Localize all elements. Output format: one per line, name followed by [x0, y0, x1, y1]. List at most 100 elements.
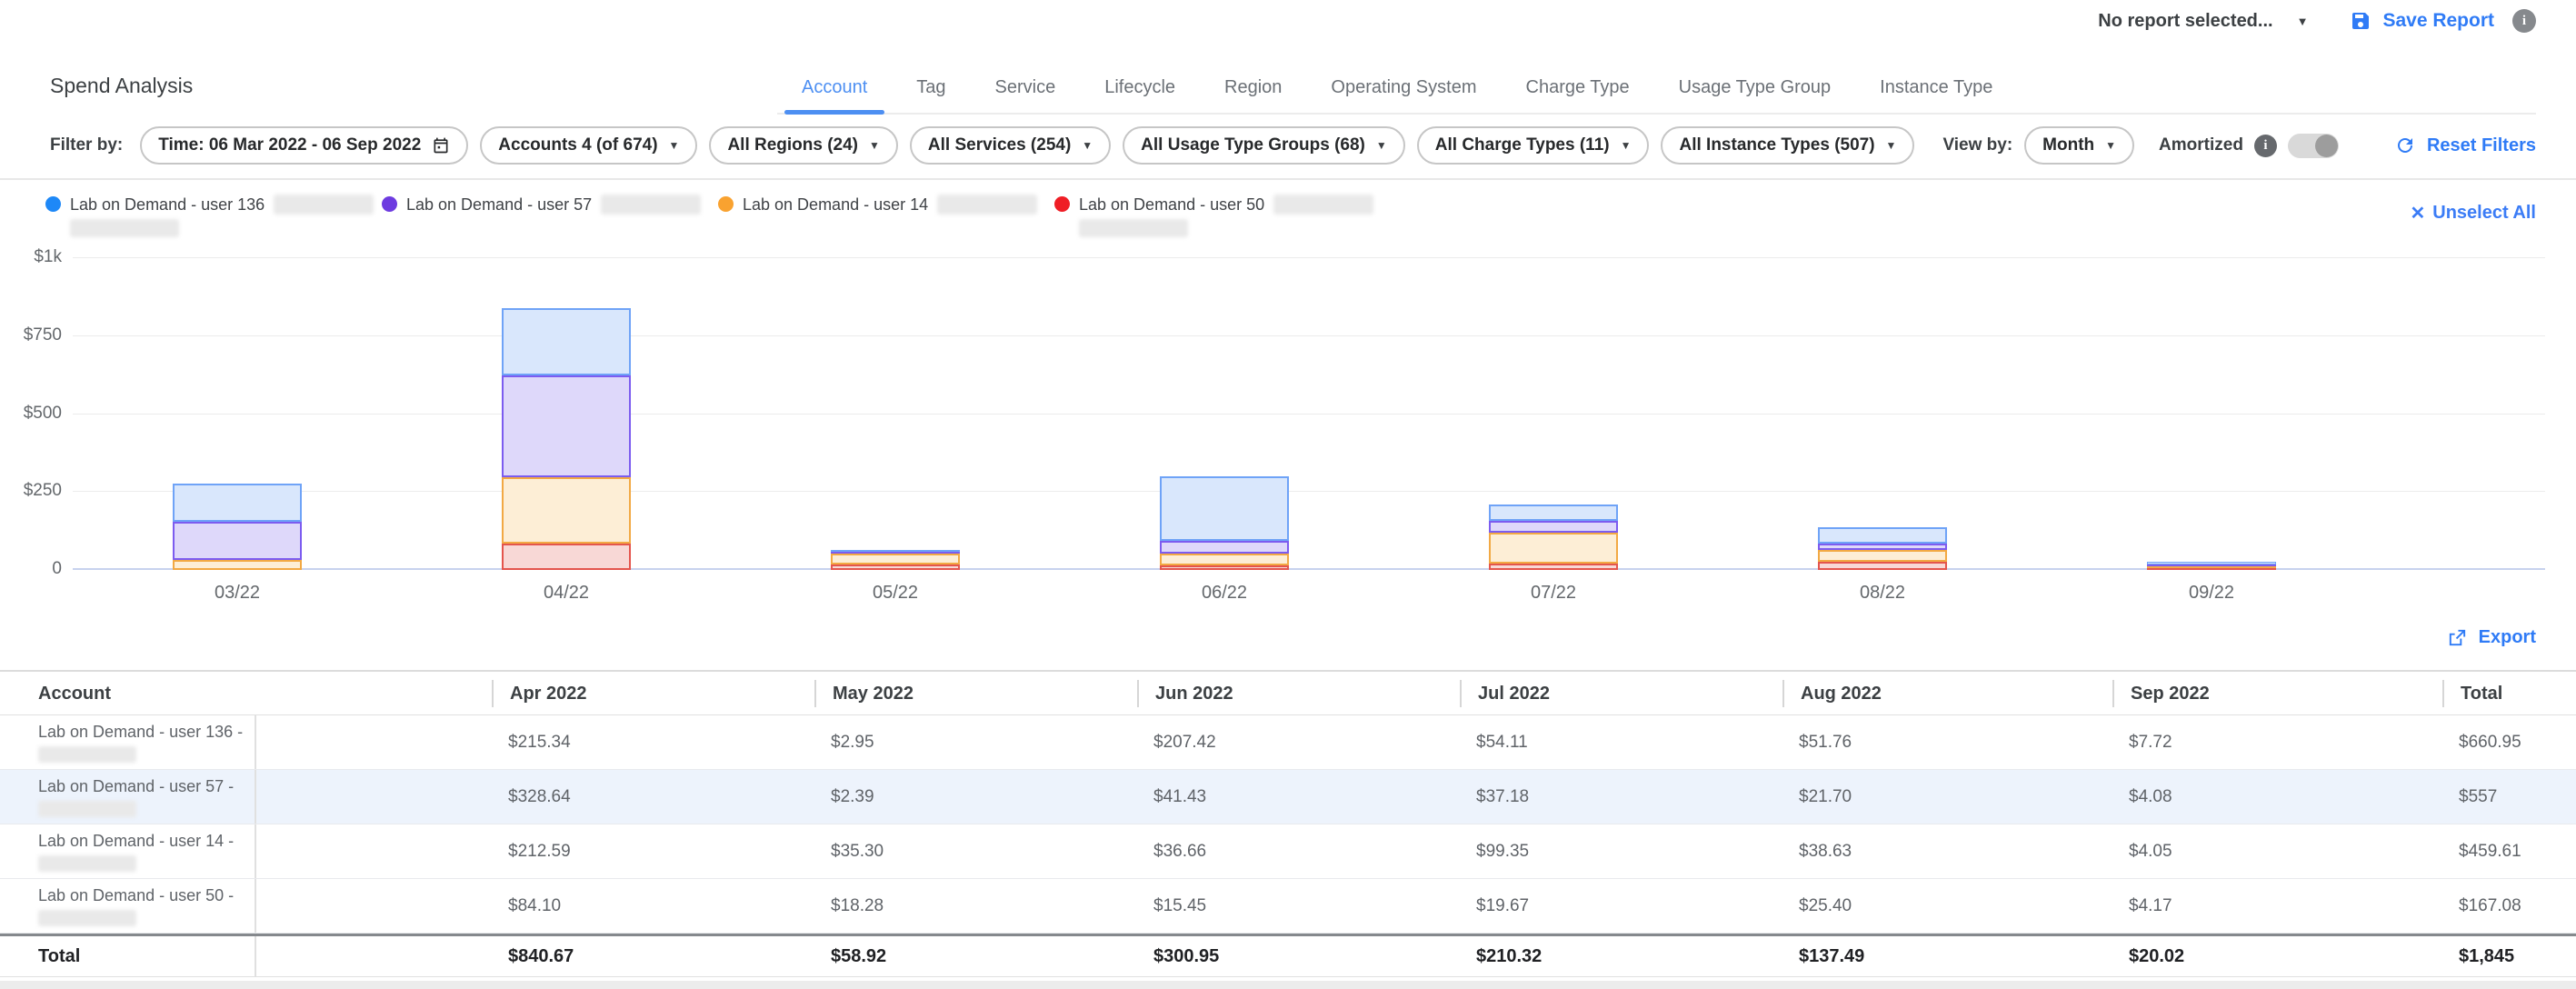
value-cell: $207.42: [1137, 733, 1460, 753]
stacked-bar-06-22[interactable]: [1160, 476, 1289, 570]
redacted-text: [38, 910, 136, 926]
legend-item[interactable]: Lab on Demand - user 57: [382, 195, 718, 242]
info-icon[interactable]: i: [2254, 135, 2277, 157]
unselect-all-button[interactable]: ✕ Unselect All: [2410, 202, 2536, 225]
tab-usage-type-group[interactable]: Usage Type Group: [1654, 77, 1856, 113]
y-axis-tick-label: $500: [7, 404, 62, 424]
chart-x-labels: 03/2204/2205/2206/2207/2208/2209/22: [73, 583, 2376, 604]
tab-service[interactable]: Service: [971, 77, 1081, 113]
filter-pill[interactable]: Time: 06 Mar 2022 - 06 Sep 2022: [140, 126, 468, 165]
value-cell: $212.59: [492, 842, 814, 862]
filter-pill[interactable]: All Usage Type Groups (68) ▼: [1123, 126, 1405, 165]
tab-instance-type[interactable]: Instance Type: [1855, 77, 2017, 113]
bar-slot: [731, 258, 1060, 570]
redacted-text: [274, 195, 374, 215]
value-cell: $84.10: [492, 896, 814, 916]
filter-pill-label: Time: 06 Mar 2022 - 06 Sep 2022: [158, 135, 421, 155]
bars-row: [73, 258, 2376, 570]
export-button[interactable]: Export: [2447, 627, 2536, 648]
x-axis-tick-label: 05/22: [731, 583, 1060, 604]
stacked-bar-05-22[interactable]: [831, 550, 960, 570]
account-name: Lab on Demand - user 50 -: [38, 886, 255, 905]
redacted-text: [937, 195, 1037, 215]
filter-pill[interactable]: All Charge Types (11)▼: [1417, 126, 1650, 165]
legend-label: Lab on Demand - user 50: [1079, 195, 1264, 215]
filter-pill[interactable]: All Regions (24)▼: [709, 126, 897, 165]
tab-charge-type[interactable]: Charge Type: [1502, 77, 1654, 113]
stacked-bar-09-22[interactable]: [2147, 562, 2276, 570]
table-row[interactable]: Lab on Demand - user 57 -$328.64$2.39$41…: [0, 770, 2576, 824]
bar-segment: [1489, 521, 1618, 533]
account-cell: Lab on Demand - user 50 -: [0, 879, 256, 933]
save-icon: [2350, 10, 2371, 32]
x-axis-tick-label: 09/22: [2047, 583, 2376, 604]
caret-down-icon: ▼: [669, 139, 680, 152]
stacked-bar-07-22[interactable]: [1489, 504, 1618, 570]
account-name: Lab on Demand - user 136 -: [38, 723, 255, 742]
save-report-button[interactable]: Save Report: [2350, 10, 2494, 32]
account-cell: Lab on Demand - user 57 -: [0, 770, 256, 824]
info-icon[interactable]: i: [2512, 9, 2536, 33]
value-cell: $4.08: [2112, 787, 2442, 807]
value-cell: $18.28: [814, 896, 1137, 916]
report-selector[interactable]: No report selected... ▼: [2098, 11, 2308, 32]
filter-pill-label: All Usage Type Groups (68): [1141, 135, 1365, 155]
tab-operating-system[interactable]: Operating System: [1306, 77, 1501, 113]
topbar: No report selected... ▼ Save Report i: [0, 0, 2576, 42]
tab-tag[interactable]: Tag: [892, 77, 970, 113]
legend-items: Lab on Demand - user 136 Lab on Demand - …: [45, 195, 1391, 242]
value-cell: $36.66: [1137, 842, 1460, 862]
horizontal-scrollbar[interactable]: [0, 981, 2576, 989]
legend-line1: Lab on Demand - user 136: [70, 195, 374, 215]
value-cell: $21.70: [1782, 787, 2112, 807]
value-cell: $19.67: [1460, 896, 1782, 916]
stacked-bar-04-22[interactable]: [502, 308, 631, 570]
table-header: AccountApr 2022May 2022Jun 2022Jul 2022A…: [0, 672, 2576, 715]
legend-color-dot: [718, 196, 734, 212]
redacted-text: [38, 855, 136, 872]
tab-region[interactable]: Region: [1200, 77, 1306, 113]
redacted-text: [38, 801, 136, 817]
value-cell: $167.08: [2442, 896, 2576, 916]
table-row[interactable]: Lab on Demand - user 14 -$212.59$35.30$3…: [0, 824, 2576, 879]
value-cell: $25.40: [1782, 896, 2112, 916]
column-header: Total: [2442, 680, 2576, 707]
total-value-cell: $300.95: [1137, 946, 1460, 967]
account-name: Lab on Demand - user 14 -: [38, 832, 255, 851]
amortized-toggle[interactable]: [2288, 134, 2339, 158]
filter-pill[interactable]: All Instance Types (507)▼: [1661, 126, 1914, 165]
redacted-text: [601, 195, 701, 215]
bar-segment: [173, 522, 302, 560]
legend-color-dot: [1054, 196, 1070, 212]
y-axis-tick-label: $250: [7, 481, 62, 501]
caret-down-icon: ▼: [1376, 139, 1387, 152]
tab-lifecycle[interactable]: Lifecycle: [1080, 77, 1200, 113]
filter-pill[interactable]: Accounts 4 (of 674)▼: [480, 126, 697, 165]
filter-pill[interactable]: All Services (254)▼: [910, 126, 1111, 165]
caret-down-icon: ▼: [2297, 15, 2309, 28]
bar-segment: [1160, 554, 1289, 565]
x-axis-tick-label: 03/22: [73, 583, 402, 604]
legend-line1: Lab on Demand - user 14: [743, 195, 1037, 215]
x-axis-tick-label: 07/22: [1389, 583, 1718, 604]
table-row[interactable]: Lab on Demand - user 136 -$215.34$2.95$2…: [0, 715, 2576, 770]
table-row[interactable]: Lab on Demand - user 50 -$84.10$18.28$15…: [0, 879, 2576, 934]
tab-account[interactable]: Account: [777, 77, 892, 113]
view-by-value: Month: [2042, 135, 2094, 155]
report-selector-label: No report selected...: [2098, 11, 2272, 32]
value-cell: $4.05: [2112, 842, 2442, 862]
legend-item[interactable]: Lab on Demand - user 136: [45, 195, 382, 242]
export-row: Export: [0, 627, 2576, 648]
reset-filters-button[interactable]: Reset Filters: [2394, 135, 2536, 156]
total-value-cell: $20.02: [2112, 946, 2442, 967]
filter-bar: Filter by: Time: 06 Mar 2022 - 06 Sep 20…: [0, 115, 2576, 180]
column-header: Jun 2022: [1137, 680, 1460, 707]
view-by-select[interactable]: Month ▼: [2024, 126, 2134, 165]
y-axis-tick-label: $1k: [7, 247, 62, 267]
header-row: Spend Analysis AccountTagServiceLifecycl…: [0, 42, 2576, 115]
legend-item[interactable]: Lab on Demand - user 50: [1054, 195, 1391, 242]
stacked-bar-03-22[interactable]: [173, 484, 302, 570]
filter-by-label: Filter by:: [50, 135, 123, 155]
legend-item[interactable]: Lab on Demand - user 14: [718, 195, 1054, 242]
stacked-bar-08-22[interactable]: [1818, 527, 1947, 570]
